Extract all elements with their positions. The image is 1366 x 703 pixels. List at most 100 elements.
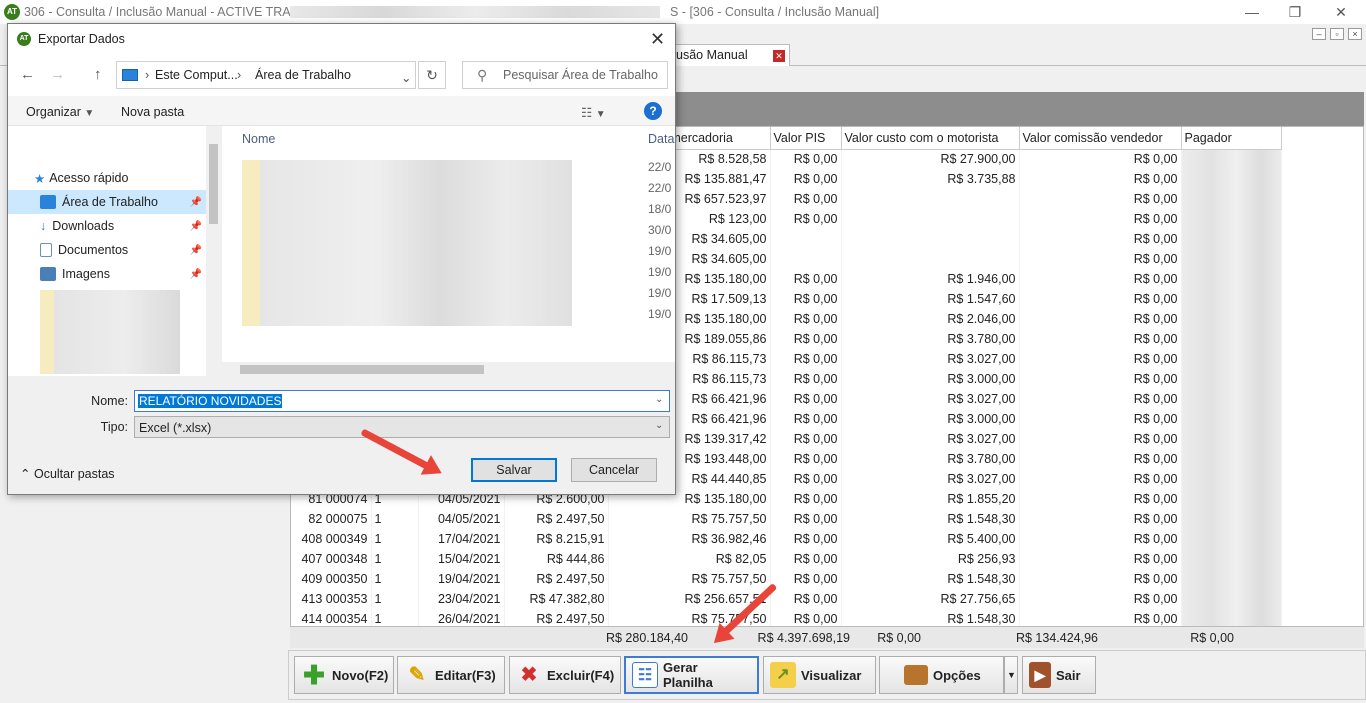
table-cell: R$ 0,00	[1019, 569, 1182, 589]
table-cell: R$ 3.027,00	[841, 469, 1020, 489]
tab-close-icon[interactable]: ✕	[773, 50, 785, 62]
chevron-down-icon[interactable]: ⌄	[655, 394, 663, 405]
visualizar-label: Visualizar	[801, 667, 862, 683]
file-date: 19/0	[648, 244, 672, 258]
table-cell	[1181, 389, 1282, 409]
close-icon[interactable]: ✕	[1324, 2, 1358, 22]
gerar-planilha-button[interactable]: ☷ Gerar Planilha	[624, 656, 759, 694]
tree-item-imagens[interactable]: Imagens 📌	[40, 262, 206, 286]
chevron-up-icon: ⌃	[20, 467, 31, 481]
document-icon	[40, 243, 52, 257]
mdi-minimize-icon[interactable]: –	[1312, 28, 1326, 40]
chevron-down-icon[interactable]: ⌄	[401, 70, 411, 85]
table-cell: R$ 0,00	[770, 309, 842, 329]
table-cell: R$ 5.400,00	[841, 529, 1020, 549]
table-cell	[841, 249, 1020, 269]
table-cell: R$ 3.027,00	[841, 389, 1020, 409]
table-cell: 04/05/2021	[418, 509, 505, 529]
spreadsheet-icon: ☷	[632, 662, 658, 688]
table-cell: R$ 2.497,50	[504, 569, 609, 589]
tree-label: Documentos	[58, 243, 129, 257]
table-cell: R$ 3.027,00	[841, 349, 1020, 369]
nova-pasta-button[interactable]: Nova pasta	[121, 105, 184, 119]
tree-item-documentos[interactable]: Documentos 📌	[40, 238, 206, 262]
file-date: 18/0	[648, 202, 672, 216]
refresh-icon[interactable]: ↻	[418, 61, 446, 89]
table-cell: R$ 0,00	[770, 409, 842, 429]
table-cell: R$ 47.382,80	[504, 589, 609, 609]
dialog-navbar: ← → ↑ › Este Comput... › Área de Trabalh…	[8, 54, 675, 96]
table-cell: R$ 1.855,20	[841, 489, 1020, 509]
organizar-button[interactable]: Organizar ▼	[26, 105, 94, 119]
table-cell: R$ 0,00	[1019, 449, 1182, 469]
editar-button[interactable]: ✎ Editar(F3)	[397, 656, 505, 694]
novo-button[interactable]: ✚ Novo(F2)	[294, 656, 394, 694]
filename-input[interactable]: RELATÓRIO NOVIDADES ⌄	[134, 390, 670, 412]
col-valor-comissao[interactable]: Valor comissão vendedor	[1019, 127, 1182, 150]
table-row[interactable]: 407 000348 1 15/04/2021 R$ 444,86 R$ 82,05 R$…	[291, 549, 1282, 569]
view-options-icon[interactable]: ☷ ▼	[581, 105, 606, 120]
col-nome[interactable]: Nome	[242, 132, 275, 146]
col-pagador[interactable]: Pagador	[1181, 127, 1282, 150]
tree-item-area-de-trabalho[interactable]: Área de Trabalho 📌	[8, 190, 206, 214]
table-cell: R$ 0,00	[1019, 469, 1182, 489]
dialog-close-icon[interactable]: ✕	[650, 29, 665, 50]
sair-button[interactable]: ▶ Sair	[1022, 656, 1096, 694]
help-icon[interactable]: ?	[644, 102, 662, 120]
tree-item-downloads[interactable]: ↓ Downloads 📌	[40, 214, 206, 238]
table-cell: R$ 75.757,50	[608, 509, 771, 529]
table-cell: R$ 36.982,46	[608, 529, 771, 549]
filetype-select[interactable]: Excel (*.xlsx) ⌄	[134, 416, 670, 438]
tab-consulta[interactable]: clusão Manual ✕	[660, 44, 790, 66]
opcoes-dropdown-button[interactable]: ▼	[1004, 656, 1018, 694]
table-row[interactable]: 82 000075 1 04/05/2021 R$ 2.497,50 R$ 75.757…	[291, 509, 1282, 529]
col-data[interactable]: Data	[648, 132, 674, 146]
excluir-button[interactable]: ✖ Excluir(F4)	[509, 656, 621, 694]
breadcrumb-computer[interactable]: Este Comput...	[155, 68, 238, 82]
col-valor-custo-motorista[interactable]: Valor custo com o motorista	[841, 127, 1020, 150]
table-cell: R$ 0,00	[1019, 389, 1182, 409]
restore-icon[interactable]: ❐	[1278, 2, 1312, 22]
mdi-restore-icon[interactable]: ▫	[1330, 28, 1344, 40]
col-valor-pis[interactable]: Valor PIS	[770, 127, 842, 150]
table-cell: R$ 0,00	[770, 289, 842, 309]
table-cell: R$ 1.946,00	[841, 269, 1020, 289]
table-cell	[841, 189, 1020, 209]
table-row[interactable]: 408 000349 1 17/04/2021 R$ 8.215,91 R$ 36.98…	[291, 529, 1282, 549]
table-cell: R$ 0,00	[770, 269, 842, 289]
table-cell: R$ 0,00	[1019, 509, 1182, 529]
navigation-tree[interactable]: ★ Acesso rápido Área de Trabalho 📌 ↓ Dow…	[8, 126, 220, 376]
visualizar-button[interactable]: ↗ Visualizar	[763, 656, 876, 694]
up-arrow-icon[interactable]: ↑	[94, 66, 102, 83]
opcoes-button[interactable]: Opções	[879, 656, 1004, 694]
tree-scrollbar[interactable]	[206, 126, 220, 376]
minimize-icon[interactable]: —	[1235, 2, 1269, 22]
search-box[interactable]: ⚲ Pesquisar Área de Trabalho	[462, 61, 668, 89]
gerar-planilha-label: Gerar Planilha	[663, 660, 713, 690]
table-cell: R$ 0,00	[770, 529, 842, 549]
blurred-file-entries	[242, 160, 572, 326]
file-list[interactable]: Nome Data 22/0 22/0 18/0 30/0 19/0 19/0 19/0 19…	[222, 126, 675, 376]
table-cell: R$ 0,00	[770, 389, 842, 409]
table-row[interactable]: 409 000350 1 19/04/2021 R$ 2.497,50 R$ 75.75…	[291, 569, 1282, 589]
breadcrumb-desktop[interactable]: Área de Trabalho	[255, 68, 351, 82]
mdi-close-icon[interactable]: ×	[1348, 28, 1362, 40]
computer-icon	[122, 69, 138, 81]
tree-item-acesso-rapido[interactable]: ★ Acesso rápido	[34, 166, 220, 190]
table-row[interactable]: 413 000353 1 23/04/2021 R$ 47.382,80 R$ 256.…	[291, 589, 1282, 609]
ocultar-pastas-button[interactable]: ⌃ Ocultar pastas	[20, 466, 115, 481]
address-bar[interactable]: › Este Comput... › Área de Trabalho ⌄	[116, 61, 416, 89]
type-label: Tipo:	[100, 420, 128, 434]
table-cell: R$ 0,00	[1019, 269, 1182, 289]
file-date: 22/0	[648, 181, 672, 195]
file-list-hscrollbar[interactable]	[222, 362, 675, 376]
forward-arrow-icon[interactable]: →	[50, 66, 65, 83]
cancelar-button[interactable]: Cancelar	[571, 458, 657, 482]
star-icon: ★	[34, 171, 46, 186]
back-arrow-icon[interactable]: ←	[20, 66, 35, 83]
app-logo-icon: AT	[4, 4, 20, 20]
organizar-label: Organizar	[26, 105, 81, 119]
table-cell: R$ 1.548,30	[841, 569, 1020, 589]
salvar-button[interactable]: Salvar	[471, 458, 557, 482]
table-cell: R$ 3.780,00	[841, 449, 1020, 469]
